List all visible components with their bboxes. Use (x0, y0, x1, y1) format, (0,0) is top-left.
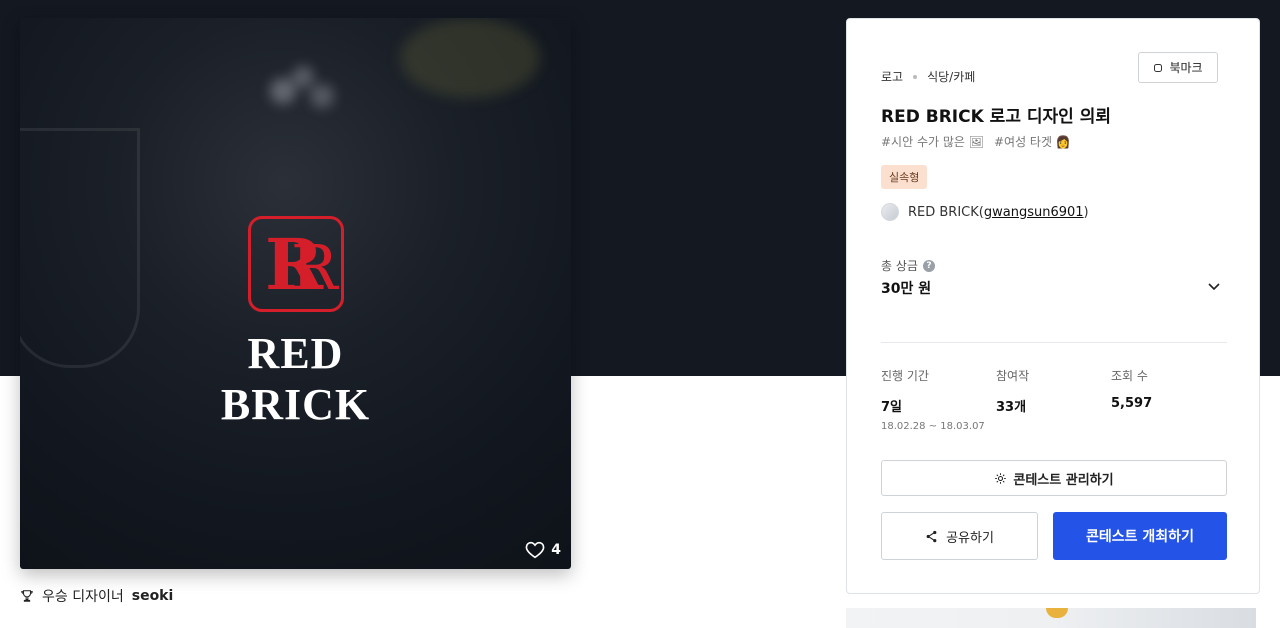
prize-label: 총 상금 ? (881, 257, 935, 274)
client-id-link[interactable]: gwangsun6901 (984, 205, 1084, 220)
stat-views: 조회 수 5,597 (1111, 367, 1152, 411)
share-icon (926, 530, 937, 542)
like-button[interactable]: 4 (525, 541, 561, 559)
breadcrumb: 로고 식당/카페 (881, 68, 975, 85)
stat-label: 참여작 (996, 369, 1030, 383)
tag-item[interactable]: #시안 수가 많은 🖼 (881, 133, 984, 150)
winner-designer: 우승 디자이너 seoki (20, 586, 173, 606)
rb-monogram-icon: RR (248, 216, 344, 312)
bokeh-light (292, 66, 314, 88)
help-icon[interactable]: ? (922, 259, 935, 272)
gear-icon (995, 472, 1007, 484)
breadcrumb-category[interactable]: 로고 (881, 68, 903, 85)
contest-tags: #시안 수가 많은 🖼 #여성 타겟 👩 (881, 133, 1071, 150)
contest-title: RED BRICK 로고 디자인 의뢰 (881, 107, 1111, 127)
chevron-down-icon[interactable] (1205, 277, 1223, 295)
heart-icon (525, 541, 545, 559)
wine-glass-shape (20, 128, 140, 368)
bookmark-button[interactable]: 북마크 (1138, 52, 1218, 83)
winner-label: 우승 디자이너 (42, 589, 124, 605)
divider (881, 342, 1227, 343)
bokeh-light (310, 84, 334, 108)
host-contest-button[interactable]: 콘테스트 개최하기 (1053, 512, 1227, 560)
plan-badge: 실속형 (881, 165, 928, 189)
stat-period: 진행 기간 7일 18.02.28 ~ 18.03.07 (881, 367, 985, 432)
stat-entries: 참여작 33개 (996, 367, 1029, 415)
prize-label-text: 총 상금 (881, 259, 918, 273)
bookmark-label: 북마크 (1169, 61, 1203, 75)
stat-value: 5,597 (1111, 396, 1153, 411)
stat-label: 조회 수 (1111, 369, 1148, 383)
bokeh-light (270, 78, 296, 104)
contest-hero-image[interactable]: RR RED BRICK 4 (20, 18, 571, 569)
logo-wordmark: RED BRICK (220, 329, 371, 429)
client-info: RED BRICK(gwangsun6901) (881, 203, 1089, 221)
coin-icon (1046, 608, 1068, 618)
period-range: 18.02.28 ~ 18.03.07 (881, 421, 985, 432)
breadcrumb-separator (913, 74, 918, 79)
prize-value: 30만 원 (881, 281, 932, 297)
share-label: 공유하기 (946, 530, 994, 546)
like-count: 4 (551, 542, 561, 558)
stat-value: 33개 (996, 400, 1027, 415)
contest-info-card: 로고 식당/카페 북마크 RED BRICK 로고 디자인 의뢰 #시안 수가 … (846, 18, 1260, 594)
winner-name[interactable]: seoki (132, 588, 174, 604)
tag-item[interactable]: #여성 타겟 👩 (994, 133, 1071, 150)
client-avatar (881, 203, 899, 221)
client-name: RED BRICK (908, 204, 979, 220)
manage-contest-button[interactable]: 콘테스트 관리하기 (881, 460, 1227, 496)
red-brick-logo: RR RED BRICK (170, 213, 421, 429)
manage-contest-label: 콘테스트 관리하기 (1013, 472, 1114, 488)
trophy-icon (21, 590, 33, 602)
bokeh-light (400, 18, 540, 98)
stat-value: 7일 (881, 400, 903, 415)
stat-label: 진행 기간 (881, 369, 929, 383)
bookmark-icon (1154, 63, 1163, 72)
share-button[interactable]: 공유하기 (881, 512, 1038, 560)
breadcrumb-subcategory[interactable]: 식당/카페 (927, 68, 975, 85)
promo-banner[interactable] (846, 608, 1256, 628)
